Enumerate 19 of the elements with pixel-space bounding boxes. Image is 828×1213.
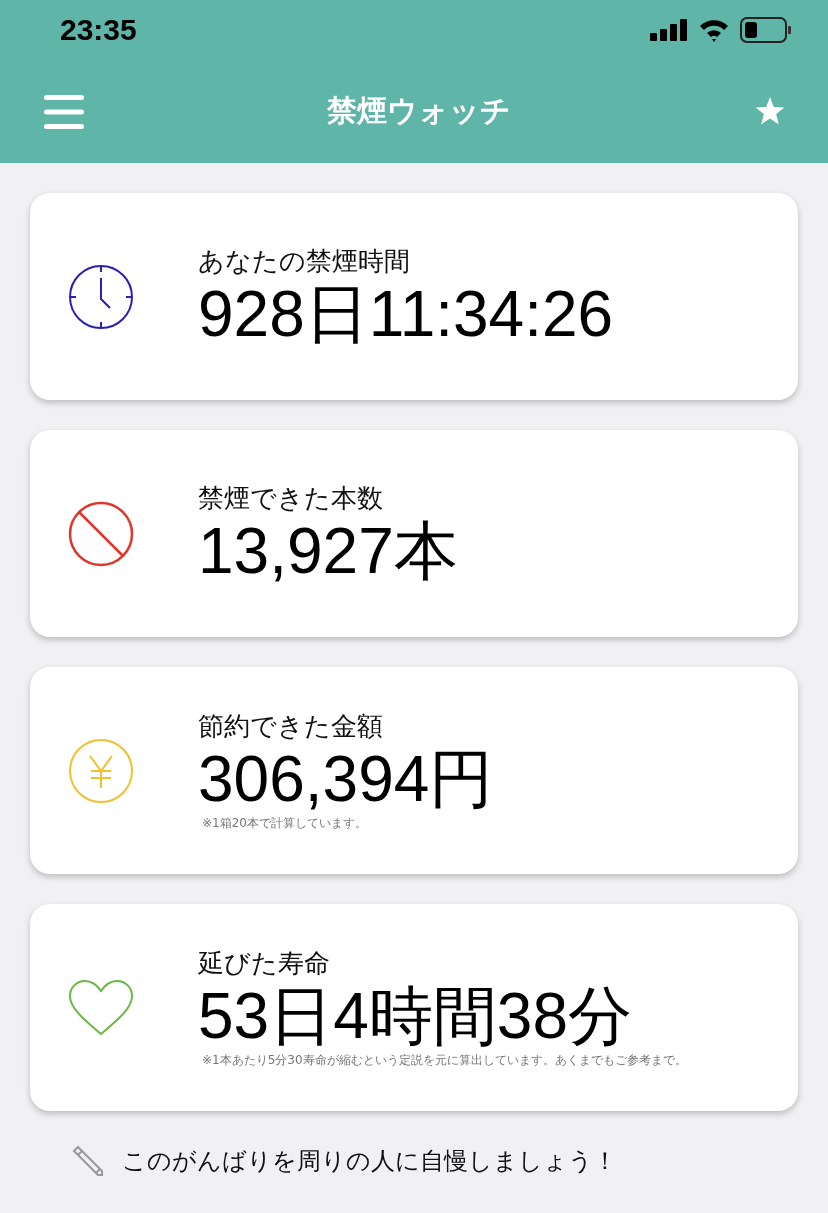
stat-value: 13,927本 xyxy=(198,515,458,587)
signal-icon xyxy=(650,19,688,41)
pencil-icon xyxy=(72,1145,104,1177)
star-icon[interactable] xyxy=(754,96,786,127)
battery-icon xyxy=(740,17,792,43)
card-label: あなたの禁煙時間 xyxy=(198,244,411,278)
footnote: ※1箱20本で計算しています。 xyxy=(202,814,368,832)
stat-value: 928日11:34:26 xyxy=(198,278,614,350)
footer-message: このがんばりを周りの人に自慢しましょう！ xyxy=(122,1146,617,1177)
menu-icon[interactable] xyxy=(44,94,84,129)
stat-value: 306,394円 xyxy=(198,744,494,815)
card-label: 延びた寿命 xyxy=(198,947,331,981)
stat-value: 53日4時間38分 xyxy=(198,981,633,1052)
status-time: 23:35 xyxy=(60,13,137,47)
footnote: ※1本あたり5分30寿命が縮むという定説を元に算出しています。あくまでもご参考まで。 xyxy=(202,1051,687,1069)
wifi-icon xyxy=(698,18,730,42)
card-label: 禁煙できた本数 xyxy=(198,481,384,515)
card-label: 節約できた金額 xyxy=(198,710,384,744)
app-title: 禁煙ウォッチ xyxy=(327,92,511,130)
